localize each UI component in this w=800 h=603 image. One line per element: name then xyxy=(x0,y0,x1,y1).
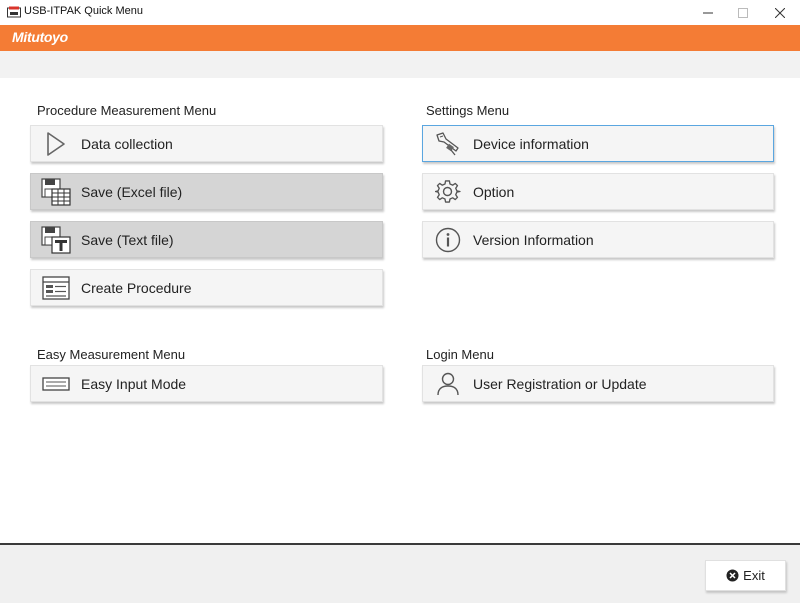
save-excel-icon xyxy=(41,177,71,206)
footer-bar: Exit xyxy=(0,543,800,603)
easy-menu-title: Easy Measurement Menu xyxy=(37,347,186,362)
exit-button[interactable]: Exit xyxy=(705,560,786,591)
easy-input-mode-button[interactable]: Easy Input Mode xyxy=(30,365,383,402)
maximize-button[interactable] xyxy=(723,0,763,25)
device-information-label: Device information xyxy=(473,135,589,152)
save-text-label: Save (Text file) xyxy=(81,231,174,248)
minimize-button[interactable] xyxy=(688,0,728,25)
version-information-label: Version Information xyxy=(473,231,594,248)
option-button[interactable]: Option xyxy=(422,173,774,210)
procedure-menu-title: Procedure Measurement Menu xyxy=(37,103,217,118)
save-text-icon xyxy=(41,225,71,254)
exit-label: Exit xyxy=(743,568,765,583)
save-text-button[interactable]: Save (Text file) xyxy=(30,221,383,258)
version-information-button[interactable]: Version Information xyxy=(422,221,774,258)
easy-input-mode-label: Easy Input Mode xyxy=(81,375,187,392)
save-excel-button[interactable]: Save (Excel file) xyxy=(30,173,383,210)
user-icon xyxy=(433,370,463,398)
option-label: Option xyxy=(473,183,515,200)
brand-logo: Mitutoyo xyxy=(12,29,68,45)
create-procedure-button[interactable]: Create Procedure xyxy=(30,269,383,306)
procedure-list-icon xyxy=(41,274,71,302)
brand-bar: Mitutoyo xyxy=(0,25,800,51)
window-titlebar: USB-ITPAK Quick Menu xyxy=(0,0,800,25)
minimize-icon xyxy=(703,12,713,13)
window-title: USB-ITPAK Quick Menu xyxy=(24,5,143,17)
create-procedure-label: Create Procedure xyxy=(81,279,192,296)
app-icon xyxy=(7,6,21,18)
user-registration-button[interactable]: User Registration or Update xyxy=(422,365,774,402)
close-icon xyxy=(775,7,785,18)
data-collection-label: Data collection xyxy=(81,135,173,152)
data-collection-button[interactable]: Data collection xyxy=(30,125,383,162)
toolbar-strip xyxy=(0,51,800,78)
input-field-icon xyxy=(41,370,71,398)
close-circle-icon xyxy=(726,569,739,582)
close-button[interactable] xyxy=(760,0,800,25)
maximize-icon xyxy=(738,7,748,18)
device-information-button[interactable]: Device information xyxy=(422,125,774,162)
play-icon xyxy=(41,130,71,158)
gear-icon xyxy=(433,178,463,206)
info-icon xyxy=(433,226,463,254)
login-menu-title: Login Menu xyxy=(426,347,494,362)
settings-menu-title: Settings Menu xyxy=(426,103,510,118)
caliper-icon xyxy=(433,130,463,158)
save-excel-label: Save (Excel file) xyxy=(81,183,183,200)
user-registration-label: User Registration or Update xyxy=(473,375,647,392)
